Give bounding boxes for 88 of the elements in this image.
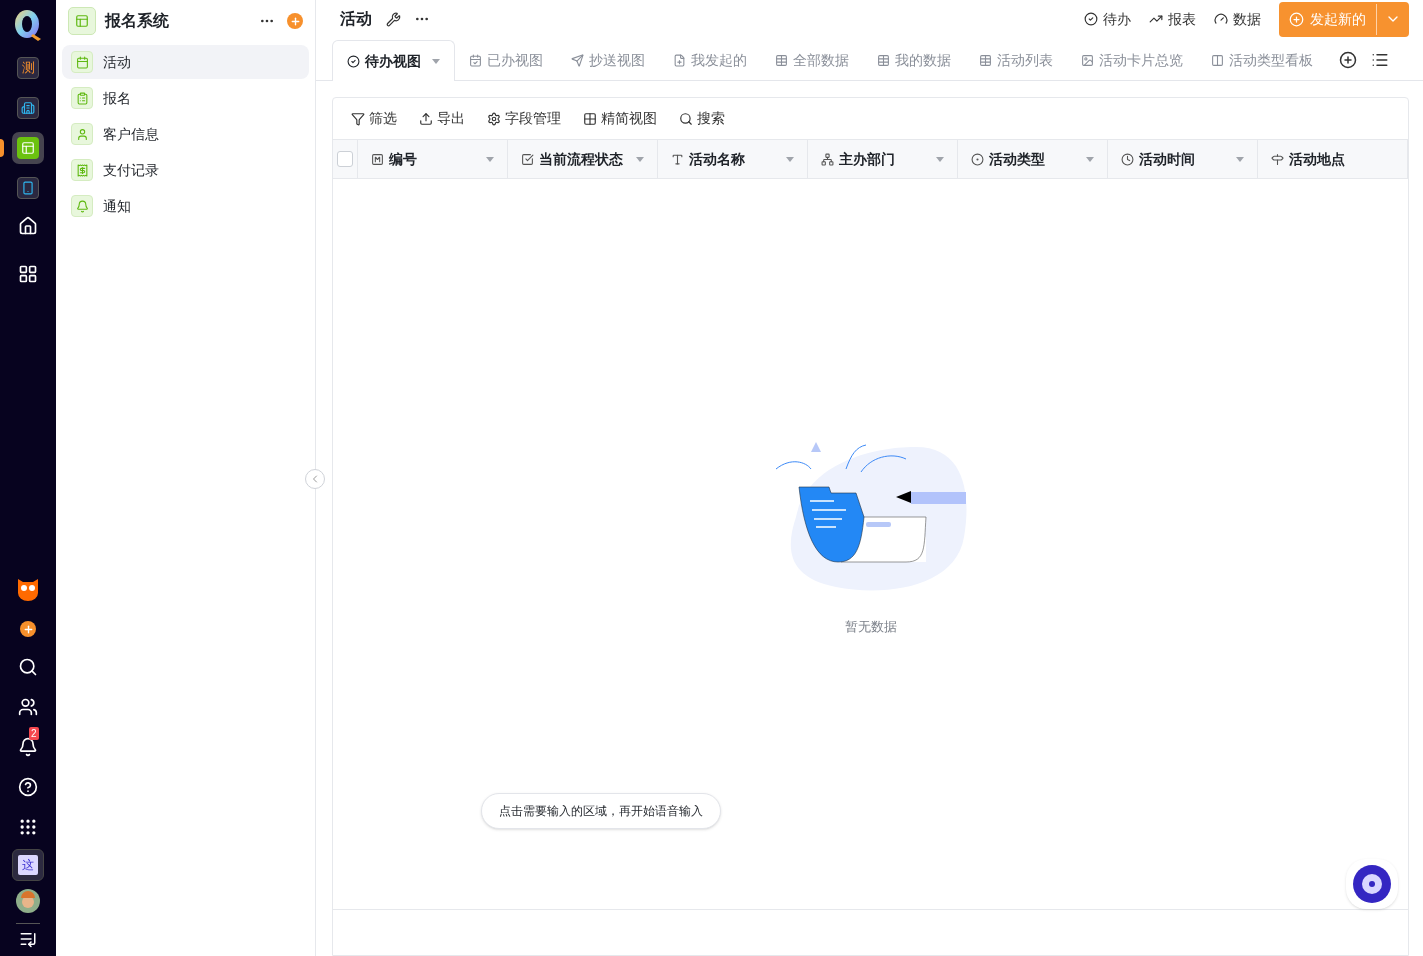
hierarchy-icon [821,152,834,166]
column-header[interactable]: 活动地点 [1258,140,1408,178]
expand-icon[interactable] [19,930,37,948]
notification-icon[interactable] [18,737,38,757]
caret-icon [486,156,494,162]
add-icon[interactable] [20,621,36,637]
letter-square-icon [371,152,384,166]
columns-icon [1211,53,1224,67]
workspace-tile[interactable]: 这 [12,849,44,881]
sidebar-item[interactable]: 客户信息 [62,117,309,151]
column-header[interactable]: 活动类型 [958,140,1108,178]
header-action[interactable]: 待办 [1084,8,1131,30]
target-icon [971,152,984,166]
voice-hint: 点击需要输入的区域，再开始语音输入 [481,793,721,829]
clipboard-icon [71,87,93,109]
user-icon [71,123,93,145]
file-plus-icon [673,53,686,67]
text-icon [671,152,684,166]
sidebar-item[interactable]: 通知 [62,189,309,223]
table-icon [979,53,992,67]
toolbar-button[interactable]: 字段管理 [487,108,561,129]
view-tab[interactable]: 待办视图 [332,40,455,81]
column-header[interactable]: 编号 [358,140,508,178]
help-icon[interactable] [18,777,38,797]
assistant-button[interactable] [1346,859,1398,909]
app-icon [68,7,96,35]
owl-icon[interactable] [16,577,40,601]
header-action[interactable]: 数据 [1214,8,1261,30]
search-icon [679,111,693,126]
calendar-icon [469,53,482,67]
select-all-checkbox[interactable] [337,151,353,167]
grid-icon[interactable] [18,817,38,837]
search-icon[interactable] [18,657,38,677]
sidebar-item[interactable]: 报名 [62,81,309,115]
caret-icon [1086,156,1094,162]
add-view-icon[interactable] [1339,51,1357,69]
toolbar-button[interactable]: 筛选 [351,108,397,129]
toolbar-button[interactable]: 导出 [419,108,465,129]
column-header[interactable]: 活动时间 [1108,140,1258,178]
signpost-icon [1271,152,1284,166]
table-icon [775,53,788,67]
app-title: 报名系统 [105,11,170,31]
send-icon [571,53,584,67]
settings-icon [487,111,501,126]
app-switcher[interactable]: 测 [12,52,44,84]
toolbar-button[interactable]: 精简视图 [583,108,657,129]
building-icon [21,101,35,115]
caret-icon [1236,156,1244,162]
assistant-icon [1352,864,1392,904]
caret-icon [936,156,944,162]
column-header[interactable]: 主办部门 [808,140,958,178]
phone-icon [21,181,35,195]
image-icon [1081,53,1094,67]
menu-icon[interactable] [1371,51,1389,69]
upload-icon [419,111,433,126]
users-icon[interactable] [18,697,38,717]
avatar[interactable] [16,889,40,913]
bell-icon [71,195,93,217]
home-icon[interactable] [18,216,38,236]
filter-icon [351,111,365,126]
clock-icon [1121,152,1134,166]
table-icon [877,53,890,67]
grid-icon [583,111,597,126]
apps-icon[interactable] [18,264,38,284]
notification-badge: 2 [29,727,39,740]
page-title: 活动 [340,9,372,29]
sidebar-item[interactable]: 活动 [62,45,309,79]
sidebar-item[interactable]: 支付记录 [62,153,309,187]
view-tab[interactable]: 活动卡片总览 [1067,40,1197,80]
caret-icon [636,156,644,162]
caret-icon [786,156,794,162]
layout-icon [21,141,35,155]
checkbox-icon [521,152,534,166]
receipt-icon [71,159,93,181]
column-header[interactable]: 活动名称 [658,140,808,178]
check-circle-icon [1084,12,1098,26]
active-indicator [0,139,4,157]
empty-text: 暂无数据 [844,618,897,636]
calendar-icon [71,51,93,73]
wrench-icon[interactable] [386,11,401,27]
caret-icon [432,58,440,64]
app-switcher[interactable] [12,132,44,164]
gauge-icon [1214,12,1228,26]
plus-circle-icon [1289,11,1304,27]
header-action[interactable]: 报表 [1149,8,1196,30]
check-circle-icon [347,54,360,68]
toolbar-button[interactable]: 搜索 [679,108,725,129]
column-header[interactable]: 当前流程状态 [508,140,658,178]
